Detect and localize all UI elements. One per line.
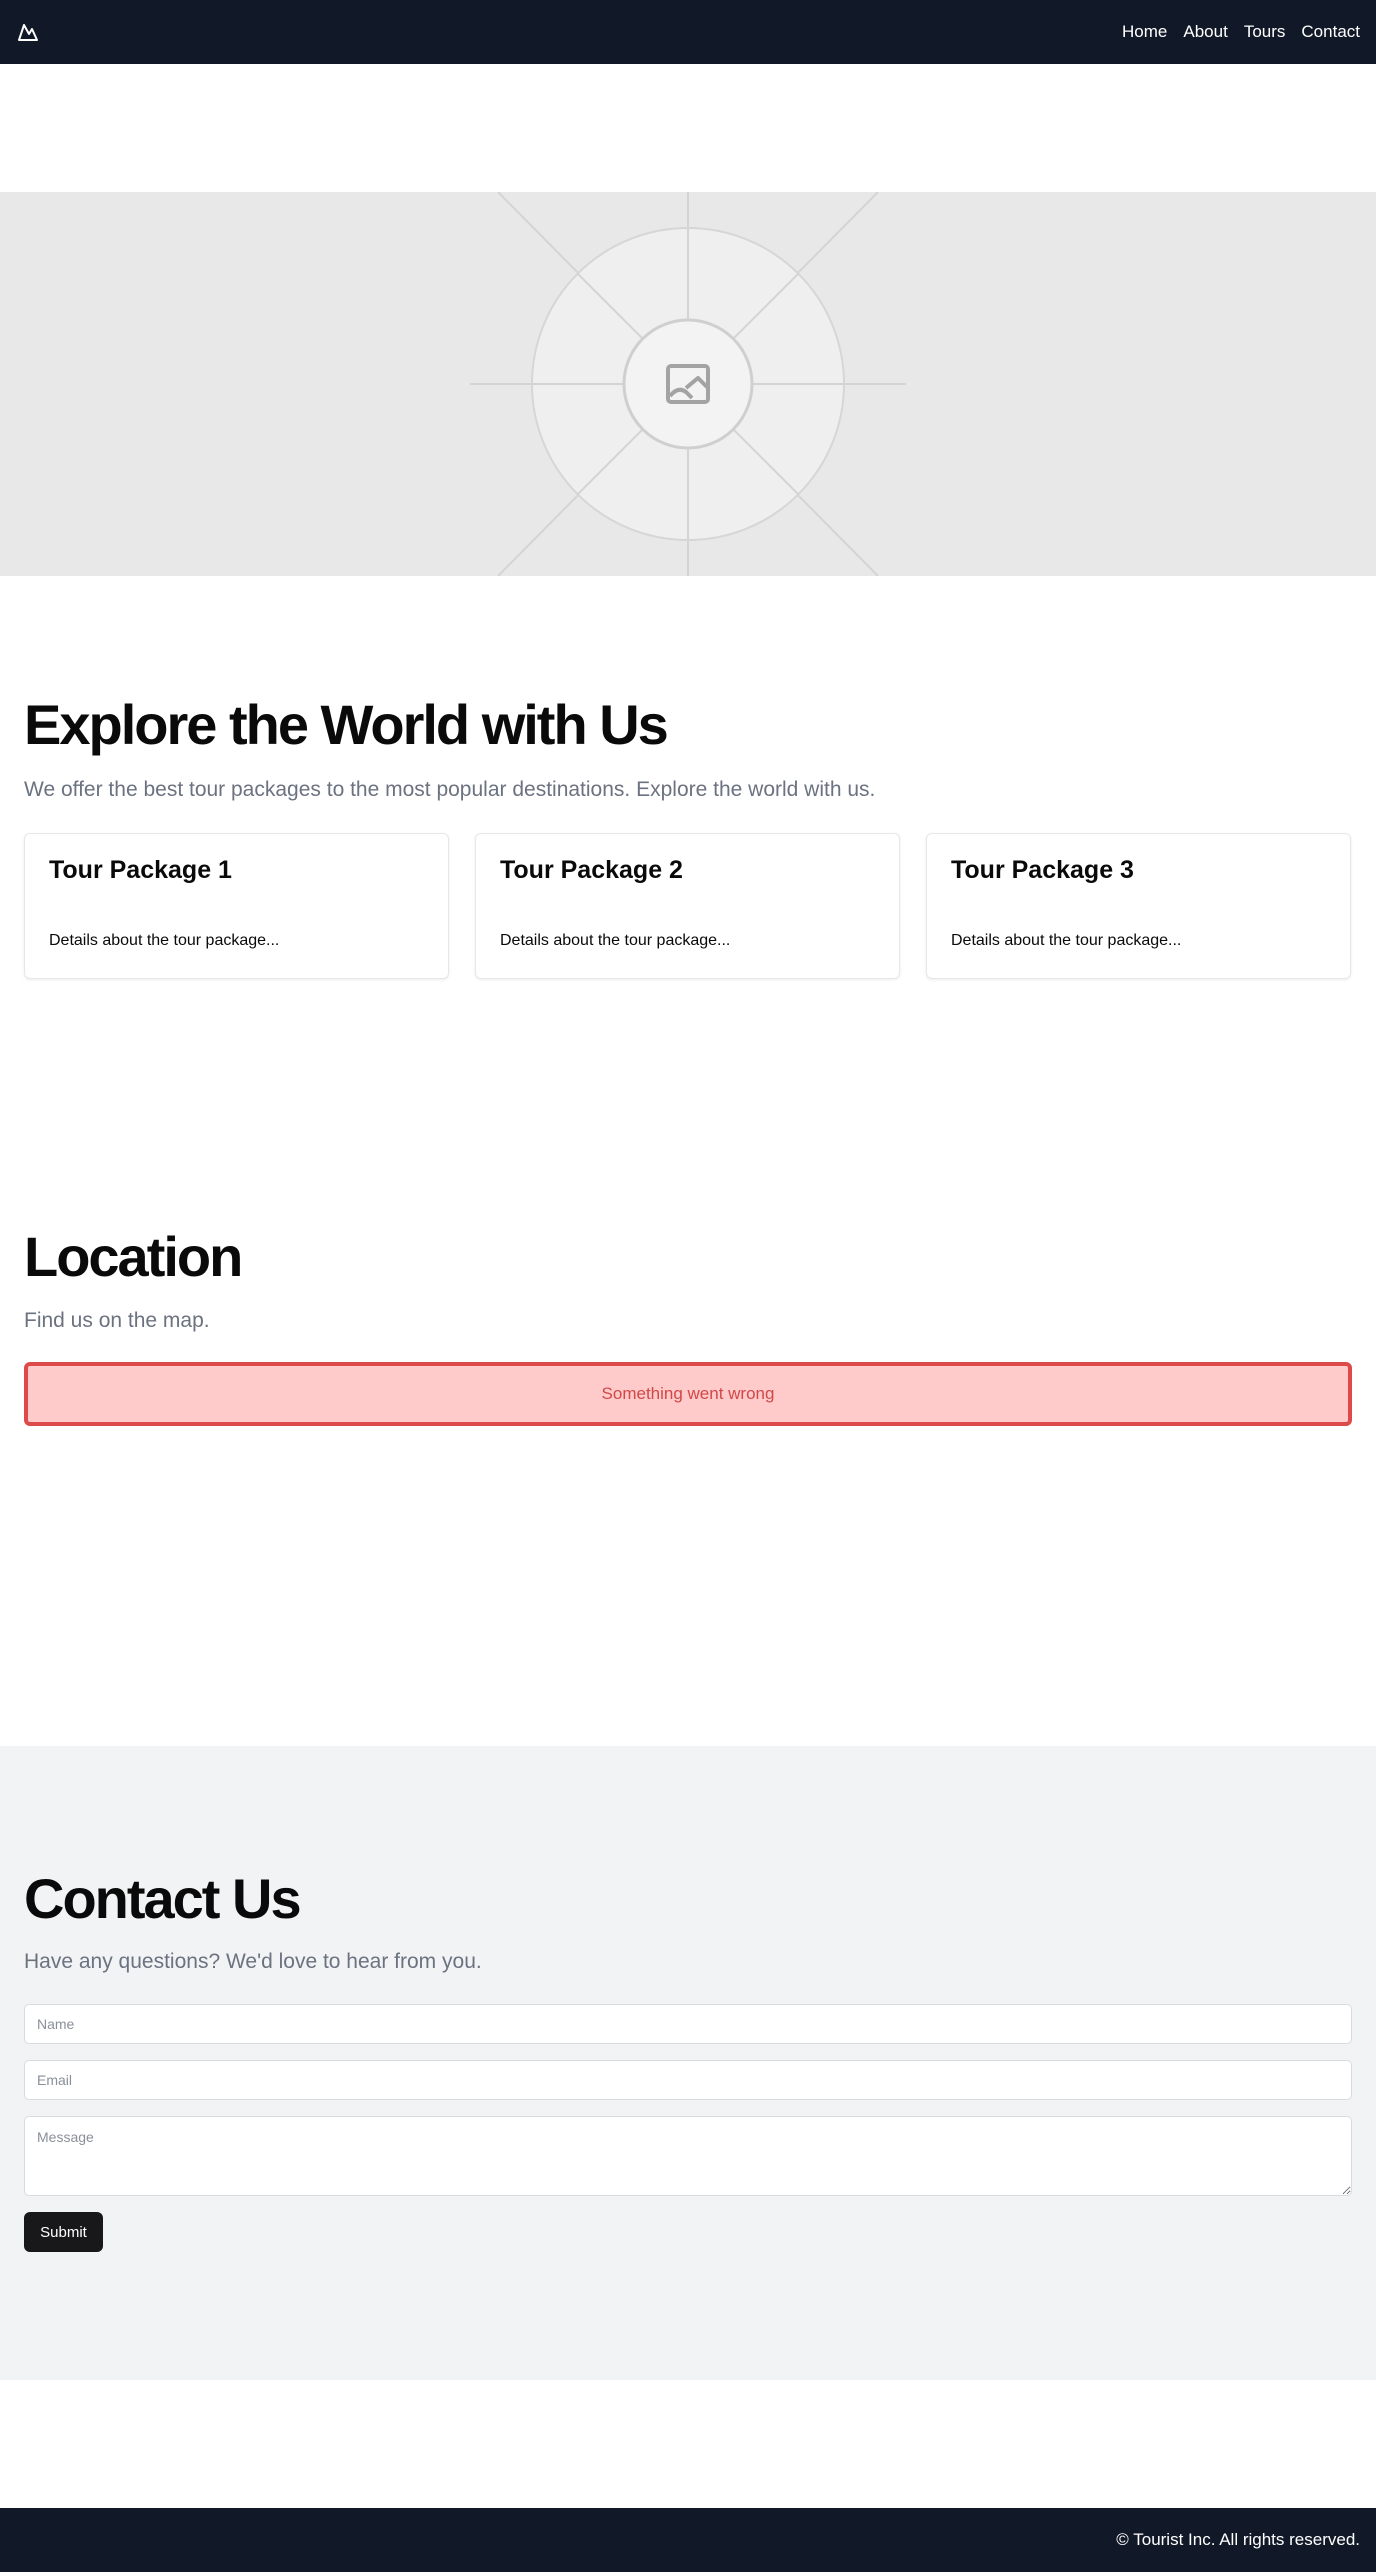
nav-tours[interactable]: Tours [1244, 22, 1286, 42]
contact-subtitle: Have any questions? We'd love to hear fr… [24, 1950, 482, 1973]
tour-card-details: Details about the tour package... [49, 932, 280, 949]
image-placeholder-icon [470, 192, 906, 576]
copyright-text: © Tourist Inc. All rights reserved. [1116, 2530, 1360, 2549]
tour-card-title: Tour Package 2 [500, 856, 683, 884]
tour-card-details: Details about the tour package... [951, 932, 1182, 949]
tour-card-details: Details about the tour package... [500, 932, 731, 949]
contact-title: Contact Us [24, 1867, 302, 1930]
location-title: Location [24, 1225, 243, 1288]
tour-card[interactable]: Tour Package 3 Details about the tour pa… [926, 833, 1351, 979]
hero-image-placeholder [0, 192, 1376, 576]
site-footer: © Tourist Inc. All rights reserved. [0, 2508, 1376, 2572]
explore-subtitle: We offer the best tour packages to the m… [24, 778, 876, 801]
nav-home[interactable]: Home [1122, 22, 1167, 42]
mountain-icon[interactable] [16, 20, 40, 44]
tour-card[interactable]: Tour Package 2 Details about the tour pa… [475, 833, 900, 979]
site-header: Home About Tours Contact [0, 0, 1376, 64]
message-field[interactable] [24, 2116, 1352, 2196]
tour-card-title: Tour Package 1 [49, 856, 232, 884]
nav-contact[interactable]: Contact [1301, 22, 1360, 42]
main-nav: Home About Tours Contact [1122, 22, 1360, 42]
tour-card[interactable]: Tour Package 1 Details about the tour pa… [24, 833, 449, 979]
location-subtitle: Find us on the map. [24, 1309, 210, 1332]
tour-card-title: Tour Package 3 [951, 856, 1134, 884]
email-field[interactable] [24, 2060, 1352, 2100]
nav-about[interactable]: About [1183, 22, 1227, 42]
explore-title: Explore the World with Us [24, 693, 669, 756]
map-error-box: Something went wrong [24, 1362, 1352, 1426]
name-field[interactable] [24, 2004, 1352, 2044]
submit-button[interactable]: Submit [24, 2212, 103, 2252]
map-error-text: Something went wrong [601, 1384, 775, 1403]
tour-cards: Tour Package 1 Details about the tour pa… [24, 833, 1352, 979]
